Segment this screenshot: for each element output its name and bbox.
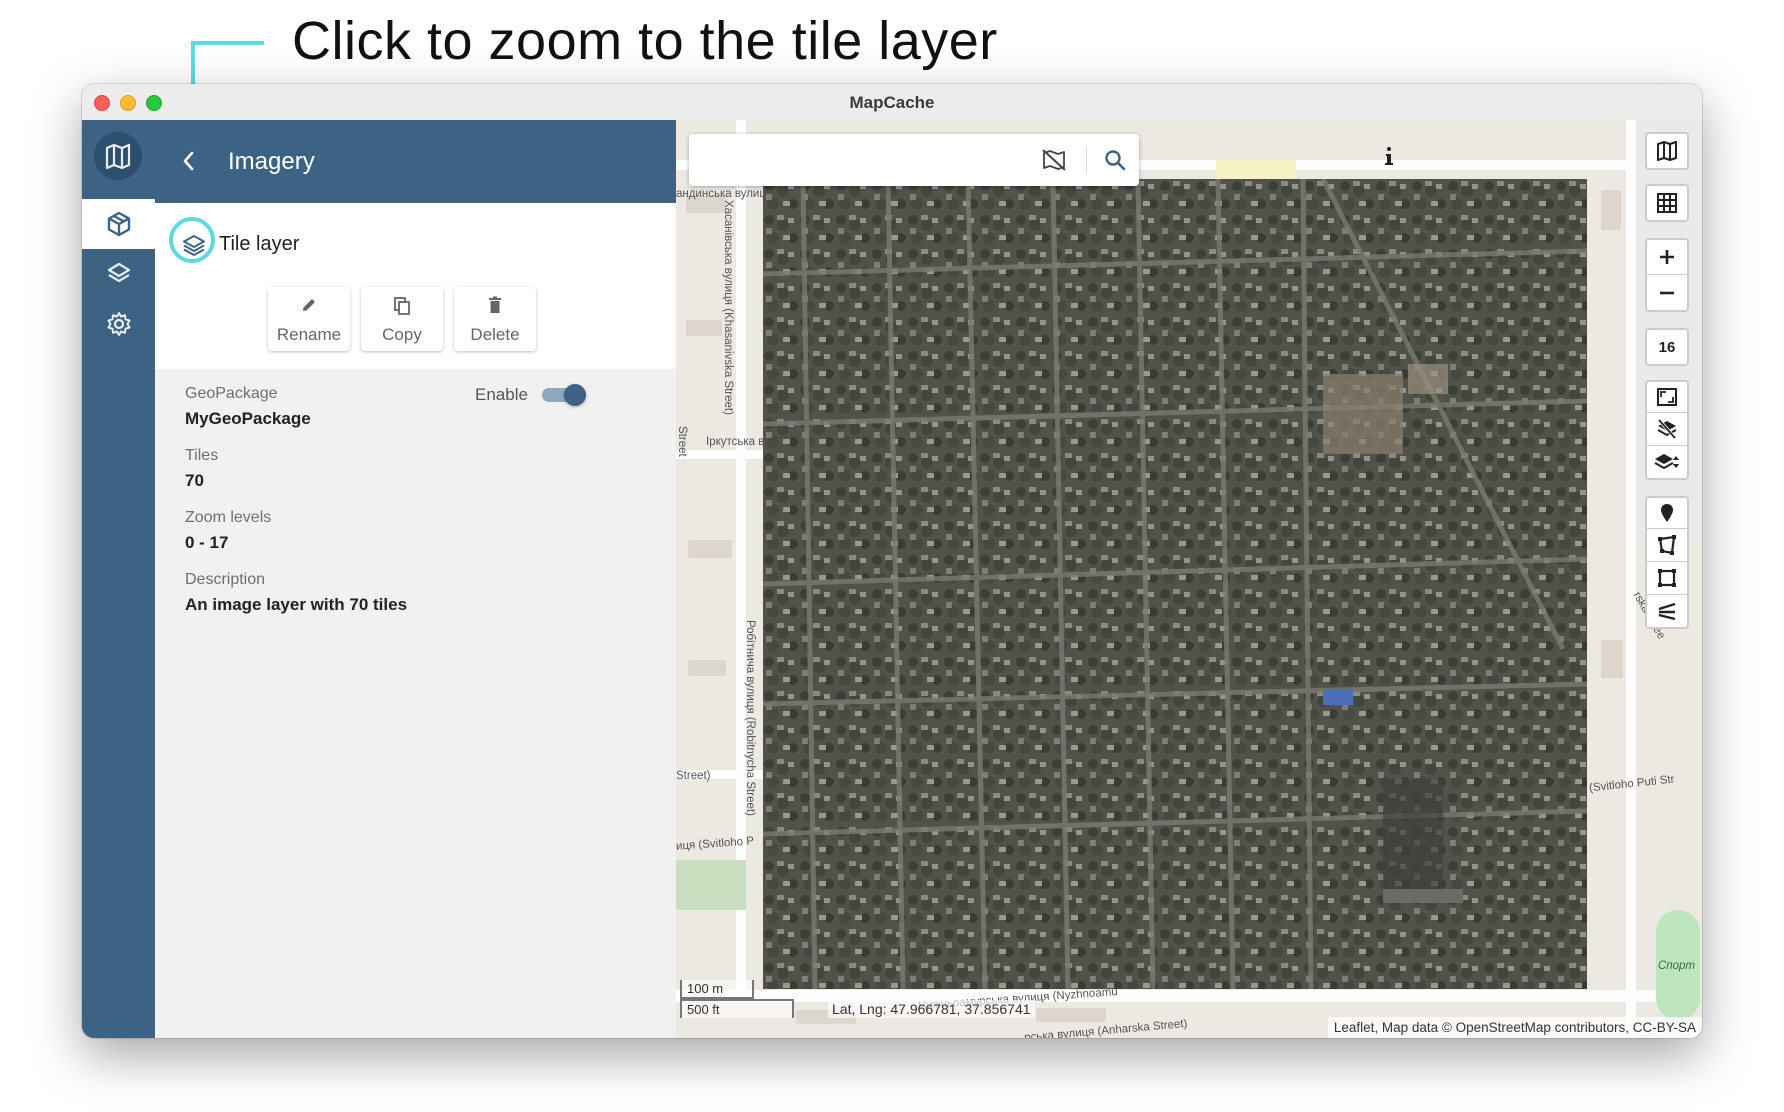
- delete-label: Delete: [470, 325, 520, 344]
- scale-metric: 100 m: [680, 980, 754, 999]
- rail-geopackage-icon[interactable]: [82, 199, 155, 249]
- street-label: Хасанівська вулиця (Khasanivska Street): [722, 200, 734, 415]
- rail-settings-icon[interactable]: [82, 299, 155, 349]
- copy-button[interactable]: Copy: [361, 287, 443, 351]
- street-label: Спорт: [1658, 960, 1696, 972]
- enable-label: Enable: [475, 385, 528, 404]
- basemap-building: [688, 660, 726, 676]
- description-label: Description: [185, 571, 266, 588]
- description-value: An image layer with 70 tiles: [185, 595, 408, 614]
- grid-icon[interactable]: [1645, 184, 1689, 222]
- zoom-levels-label: Zoom levels: [185, 509, 272, 526]
- basemap-building: [1601, 640, 1623, 678]
- copy-label: Copy: [382, 325, 422, 344]
- map-attribution[interactable]: Leaflet, Map data © OpenStreetMap contri…: [1327, 1017, 1702, 1038]
- hide-map-icon[interactable]: [1041, 148, 1067, 177]
- panel-header: Imagery: [155, 120, 676, 203]
- copy-icon: [361, 296, 443, 316]
- scale-imperial: 500 ft: [680, 999, 794, 1018]
- layer-details: GeoPackage MyGeoPackage Tiles 70 Zoom le…: [185, 385, 656, 633]
- basemap-icon[interactable]: [1645, 132, 1689, 170]
- hide-layers-icon[interactable]: [1645, 413, 1689, 447]
- search-divider: [1086, 146, 1087, 174]
- street-label: Street: [676, 426, 688, 457]
- basemap-street: [676, 450, 776, 459]
- back-chevron-icon[interactable]: [181, 150, 195, 177]
- layer-order-icon[interactable]: [1645, 446, 1689, 480]
- layer-header: Tile layer Rename Copy Delete: [155, 203, 676, 369]
- basemap-building: [686, 320, 722, 336]
- toggle-thumb: [563, 384, 586, 406]
- rename-label: Rename: [276, 325, 342, 344]
- window-title: MapCache: [849, 93, 935, 112]
- app-window: MapCache Imagery Tile layer Rename Copy …: [82, 84, 1702, 1038]
- street-label: Street): [676, 770, 711, 782]
- enable-toggle[interactable]: [541, 384, 586, 406]
- draw-polygon-icon[interactable]: [1645, 529, 1689, 563]
- tiles-label: Tiles: [185, 447, 219, 464]
- title-bar: MapCache: [82, 84, 1702, 121]
- zoom-level-indicator: 16: [1645, 328, 1689, 366]
- pencil-icon: [268, 296, 350, 314]
- rail-layers-icon[interactable]: [82, 249, 155, 299]
- street-label: андинська вулиц: [676, 188, 766, 200]
- draw-point-icon[interactable]: [1645, 496, 1689, 530]
- zoom-in-button[interactable]: [1645, 238, 1689, 276]
- enable-row: Enable: [475, 384, 586, 406]
- basemap-building: [688, 540, 732, 558]
- trash-icon: [454, 296, 536, 314]
- zoom-level-value: 16: [1658, 338, 1676, 356]
- basemap-building: [1036, 1008, 1106, 1022]
- basemap-building: [1601, 190, 1621, 230]
- zoom-out-button[interactable]: [1645, 274, 1689, 312]
- basemap-street: [1626, 120, 1636, 1038]
- panel-title: Imagery: [228, 148, 315, 175]
- annotation-text: Click to zoom to the tile layer: [292, 11, 998, 71]
- info-icon[interactable]: [1381, 146, 1397, 171]
- basemap-park: [676, 860, 746, 910]
- tiles-value: 70: [185, 471, 204, 490]
- street-label: Іркутська в: [706, 436, 765, 448]
- draw-line-icon[interactable]: [1645, 595, 1689, 629]
- search-icon[interactable]: [1103, 148, 1127, 177]
- draw-rectangle-icon[interactable]: [1645, 562, 1689, 596]
- annotation-connector-horizontal: [191, 41, 264, 45]
- layer-name: Tile layer: [219, 233, 300, 255]
- fit-extent-icon[interactable]: [1645, 380, 1689, 414]
- imagery-texture: [763, 179, 1587, 989]
- geopackage-value: MyGeoPackage: [185, 409, 311, 428]
- coordinate-readout: Lat, Lng: 47.966781, 37.856741: [828, 1000, 1035, 1018]
- layer-panel: Imagery Tile layer Rename Copy Delete Ge…: [155, 120, 676, 1038]
- street-label: Робітнича вулиця (Robitnycha Street): [744, 620, 756, 816]
- scale-bar: 100 m 500 ft: [680, 980, 794, 1018]
- map-view[interactable]: андинська вулиц Хасанівська вулиця (Khas…: [676, 120, 1702, 1038]
- search-bar[interactable]: [689, 134, 1139, 186]
- app-logo-icon[interactable]: [94, 132, 142, 180]
- delete-button[interactable]: Delete: [454, 287, 536, 351]
- navigation-rail: [82, 120, 155, 1038]
- zoom-levels-value: 0 - 17: [185, 533, 229, 552]
- annotation-highlight-circle: [169, 217, 215, 263]
- tile-layer-imagery: [763, 179, 1587, 989]
- rename-button[interactable]: Rename: [268, 287, 350, 351]
